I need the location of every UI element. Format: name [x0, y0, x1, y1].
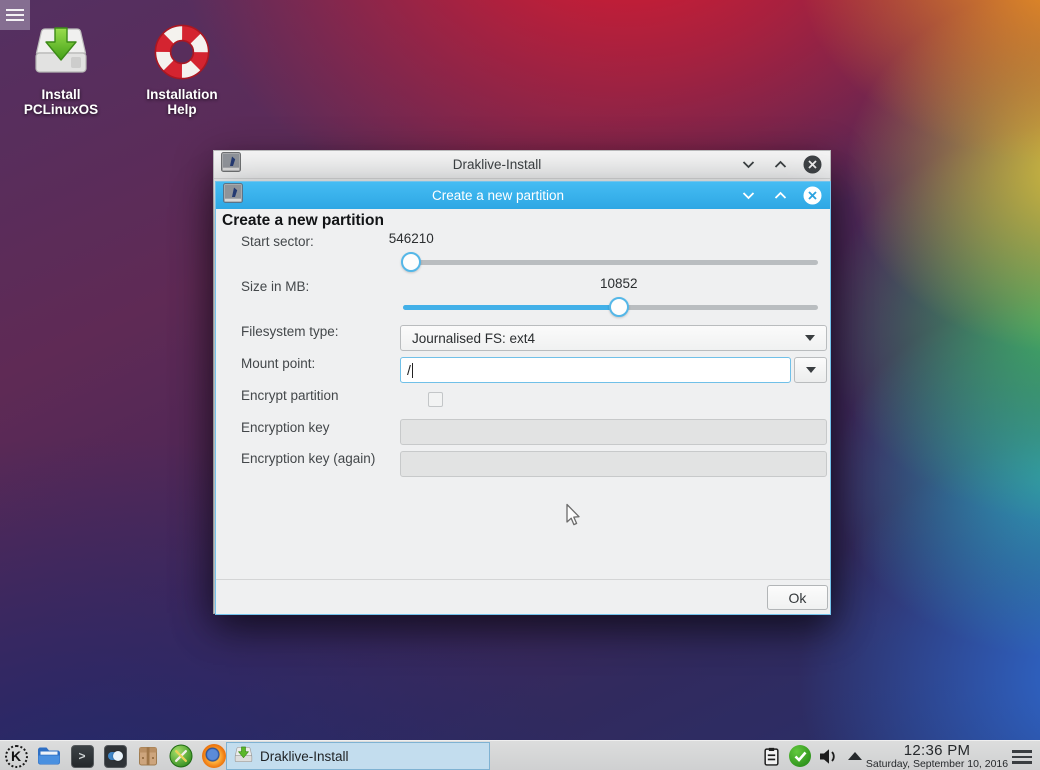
size-mb-slider[interactable]: 10852: [403, 276, 818, 317]
install-drive-icon: [234, 746, 253, 767]
desktop-icon-label: Help: [167, 102, 197, 117]
encryption-key-input: [400, 419, 827, 445]
start-sector-value: 546210: [388, 231, 434, 246]
taskbar: K > Draklive-Install 12:36 PM Saturday, …: [0, 740, 1040, 770]
dialog-create-new-partition: Create a new partition Create a new part…: [215, 181, 831, 615]
size-mb-label: Size in MB:: [241, 279, 310, 294]
maximize-icon[interactable]: [771, 155, 790, 174]
file-manager-icon[interactable]: [37, 744, 61, 768]
slider-handle[interactable]: [608, 297, 629, 317]
desktop-icon-label: Installation: [146, 87, 218, 102]
text-caret: [411, 362, 413, 378]
kde-menu-icon[interactable]: K: [4, 744, 28, 768]
updates-ready-tray-icon[interactable]: [789, 741, 811, 770]
close-icon[interactable]: [803, 155, 822, 174]
desktop-icon-label: Install: [41, 87, 81, 102]
desktop: Install PCLinuxOS Installation Help Drak…: [0, 0, 1040, 770]
dialog-titlebar[interactable]: Create a new partition: [216, 182, 830, 209]
start-sector-slider[interactable]: 546210: [389, 231, 818, 272]
window-title: Draklive-Install: [452, 157, 542, 172]
encryption-key-label: Encryption key: [241, 420, 330, 435]
task-button-label: Draklive-Install: [260, 748, 349, 764]
package-manager-icon[interactable]: [136, 744, 160, 768]
chevron-down-icon: [805, 367, 816, 373]
dialog-heading: Create a new partition: [222, 212, 384, 229]
drak-installer-icon: [221, 152, 241, 177]
chevron-down-icon: [805, 335, 815, 341]
minimize-icon[interactable]: [739, 155, 758, 174]
firefox-icon[interactable]: [202, 744, 226, 768]
slider-handle[interactable]: [401, 252, 422, 272]
desktop-icon-installation-help[interactable]: Installation Help: [126, 24, 238, 117]
button-bar-separator: [216, 579, 830, 580]
mount-point-label: Mount point:: [241, 356, 316, 371]
taskbar-clock[interactable]: 12:36 PM Saturday, September 10, 2016: [862, 742, 1012, 770]
slider-track[interactable]: [403, 260, 818, 265]
mount-point-input[interactable]: /: [400, 357, 791, 383]
encryption-key-again-input: [400, 451, 827, 477]
start-sector-label: Start sector:: [241, 234, 314, 249]
taskbar-task-button-draklive-install[interactable]: Draklive-Install: [226, 742, 490, 770]
dialog-title: Create a new partition: [431, 188, 565, 203]
control-center-icon[interactable]: [169, 744, 193, 768]
system-settings-icon[interactable]: [103, 744, 127, 768]
install-drive-icon: [5, 24, 117, 80]
filesystem-type-label: Filesystem type:: [241, 324, 339, 339]
mount-point-value: /: [407, 362, 411, 378]
dialog-body: Create a new partition Start sector: 546…: [216, 209, 830, 614]
desktop-icon-label: PCLinuxOS: [23, 102, 99, 117]
slider-fill: [403, 305, 619, 310]
terminal-icon[interactable]: >: [70, 744, 94, 768]
maximize-icon[interactable]: [771, 186, 790, 205]
close-icon[interactable]: [803, 186, 822, 205]
hamburger-menu-icon: [6, 9, 24, 11]
filesystem-type-select[interactable]: Journalised FS: ext4: [400, 325, 827, 351]
minimize-icon[interactable]: [739, 186, 758, 205]
taskbar-menu-icon[interactable]: [1012, 750, 1032, 764]
filesystem-type-selected: Journalised FS: ext4: [412, 330, 536, 346]
lifebuoy-icon: [126, 24, 238, 80]
size-mb-value: 10852: [600, 276, 638, 291]
encryption-key-again-label: Encryption key (again): [241, 451, 376, 466]
encrypt-partition-label: Encrypt partition: [241, 388, 339, 403]
expand-tray-icon[interactable]: [848, 741, 862, 770]
clock-time: 12:36 PM: [903, 742, 971, 759]
volume-tray-icon[interactable]: [818, 741, 838, 770]
mount-point-dropdown-button[interactable]: [794, 357, 827, 383]
taskbar-launchers: K >: [4, 741, 226, 770]
ok-button[interactable]: Ok: [767, 585, 828, 610]
desktop-icon-install-pclinuxos[interactable]: Install PCLinuxOS: [5, 24, 117, 117]
clock-date: Saturday, September 10, 2016: [865, 758, 1009, 770]
encrypt-partition-checkbox[interactable]: [428, 392, 443, 407]
drak-installer-icon: [223, 183, 243, 208]
clipboard-tray-icon[interactable]: [764, 741, 779, 770]
titlebar[interactable]: Draklive-Install: [214, 151, 830, 179]
